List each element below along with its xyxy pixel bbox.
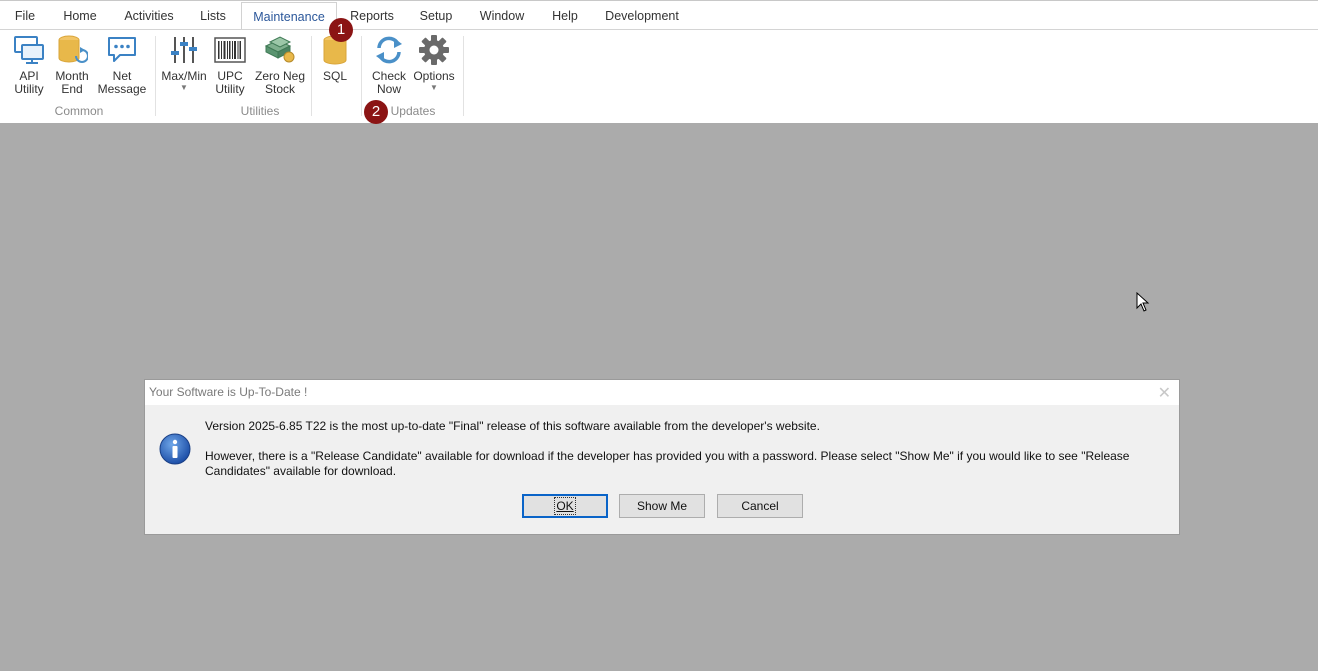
info-icon <box>159 433 191 465</box>
tab-file[interactable]: File <box>8 2 42 30</box>
check-now-button[interactable]: Check Now <box>368 34 410 96</box>
tab-home[interactable]: Home <box>56 2 104 30</box>
group-separator <box>361 36 362 116</box>
max-min-button[interactable]: Max/Min ▼ <box>160 34 208 93</box>
group-separator <box>463 36 464 116</box>
chevron-down-icon: ▼ <box>430 83 438 92</box>
cancel-button[interactable]: Cancel <box>717 494 803 518</box>
dialog-message-release-candidate: However, there is a "Release Candidate" … <box>205 449 1130 478</box>
dialog-title: Your Software is Up-To-Date ! <box>149 385 308 399</box>
menu-bar: File Home Activities Lists Maintenance R… <box>0 0 1318 31</box>
net-message-label-2: Message <box>97 82 147 96</box>
api-utility-button[interactable]: API Utility <box>8 34 50 96</box>
group-label-common: Common <box>54 104 104 118</box>
chevron-down-icon: ▼ <box>180 83 188 92</box>
options-label: Options <box>413 69 455 83</box>
upc-utility-button[interactable]: UPC Utility <box>210 34 250 96</box>
show-me-button[interactable]: Show Me <box>619 494 705 518</box>
tab-setup[interactable]: Setup <box>413 2 459 30</box>
tab-window[interactable]: Window <box>474 2 530 30</box>
barcode-icon <box>214 37 246 63</box>
tab-reports[interactable]: Reports <box>346 2 398 30</box>
stacked-boxes-icon <box>264 36 295 63</box>
tab-lists[interactable]: Lists <box>194 2 232 30</box>
tab-development[interactable]: Development <box>600 2 684 30</box>
mouse-cursor-icon <box>1136 292 1150 312</box>
group-separator <box>155 36 156 116</box>
check-now-label-2: Now <box>376 82 401 96</box>
ok-button-label: OK <box>554 497 576 515</box>
sql-label: SQL <box>322 69 347 83</box>
sql-button[interactable]: SQL <box>316 34 354 83</box>
tab-help[interactable]: Help <box>545 2 585 30</box>
refresh-icon <box>376 36 402 64</box>
upc-utility-label-2: Utility <box>215 82 245 96</box>
zero-neg-stock-button[interactable]: Zero Neg Stock <box>252 34 308 96</box>
ribbon: API Utility Month End Net Message Common <box>0 29 1318 123</box>
month-end-label-2: End <box>61 82 83 96</box>
tab-activities[interactable]: Activities <box>118 2 180 30</box>
max-min-label: Max/Min <box>161 69 207 83</box>
database-refresh-icon <box>58 35 88 63</box>
zero-neg-stock-label-2: Stock <box>264 82 295 96</box>
ok-button[interactable]: OK <box>522 494 608 518</box>
dialog-titlebar[interactable]: Your Software is Up-To-Date ! ✕ <box>145 380 1179 405</box>
annotation-marker-2: 2 <box>364 100 388 124</box>
update-dialog: Your Software is Up-To-Date ! ✕ Version … <box>144 379 1180 535</box>
close-icon[interactable]: ✕ <box>1158 383 1171 403</box>
chat-bubble-icon <box>108 37 136 62</box>
annotation-marker-1: 1 <box>329 18 353 42</box>
net-message-button[interactable]: Net Message <box>94 34 150 96</box>
sliders-icon <box>171 37 197 63</box>
group-label-updates: Updates <box>390 104 436 118</box>
tab-maintenance[interactable]: Maintenance <box>241 2 337 31</box>
monitor-network-icon <box>14 36 44 64</box>
options-button[interactable]: Options ▼ <box>411 34 457 93</box>
month-end-button[interactable]: Month End <box>52 34 92 96</box>
api-utility-label-2: Utility <box>14 82 44 96</box>
group-separator <box>311 36 312 116</box>
group-label-utilities: Utilities <box>240 104 280 118</box>
gear-icon <box>419 35 449 65</box>
dialog-message-version: Version 2025-6.85 T22 is the most up-to-… <box>205 419 820 433</box>
